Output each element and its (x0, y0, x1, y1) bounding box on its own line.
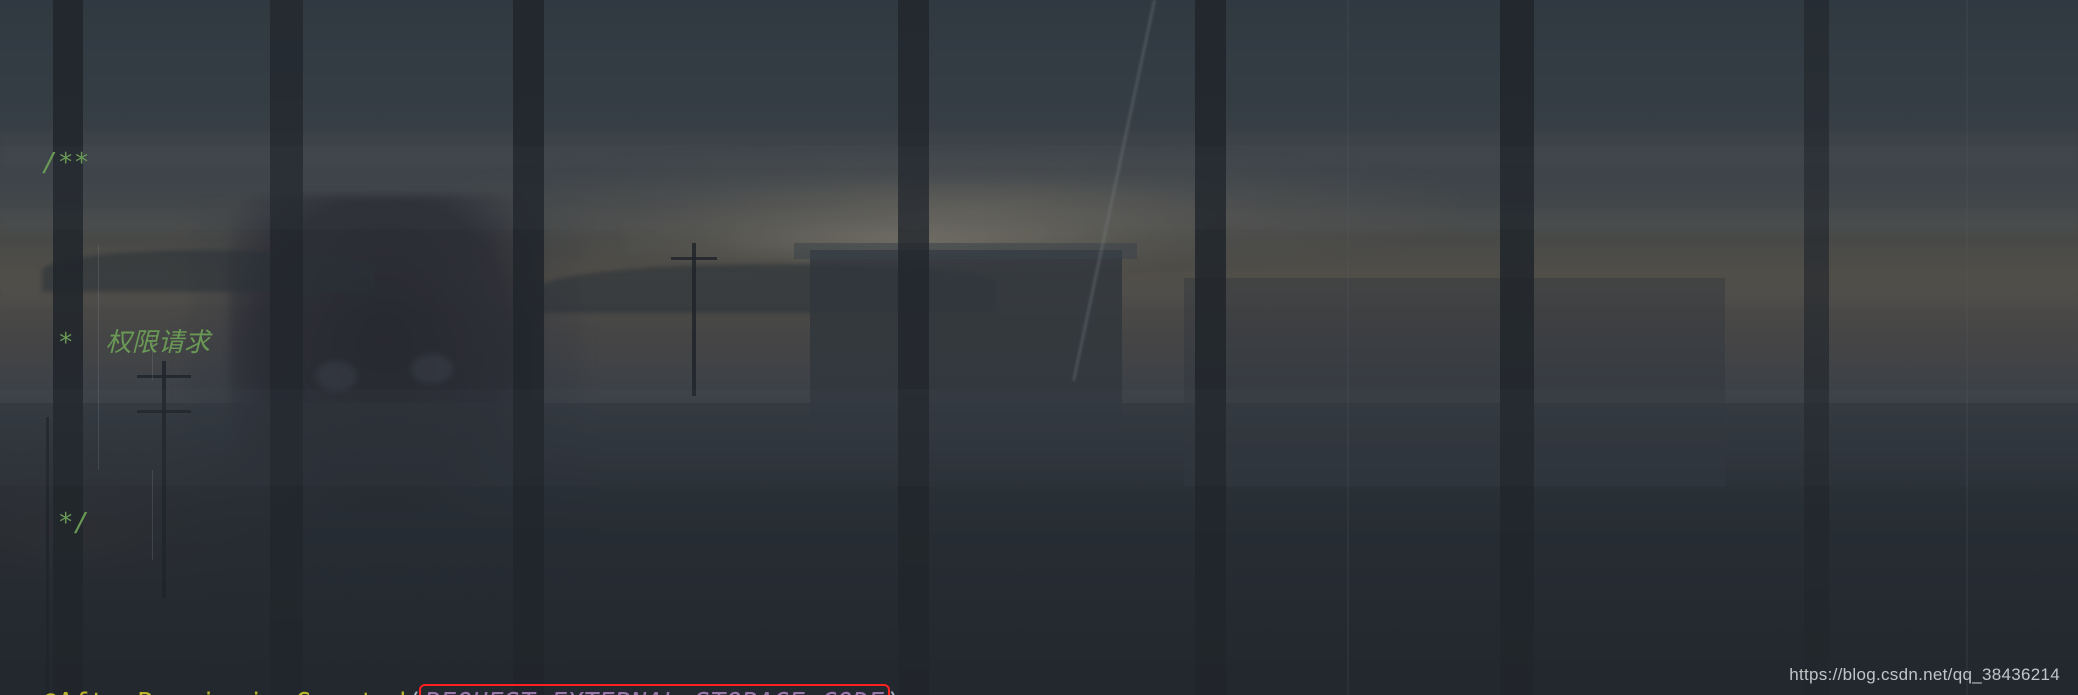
code-line-4[interactable]: @AfterPermissionGranted(REQUEST_EXTERNAL… (0, 681, 2078, 695)
paren-open: ( (407, 688, 423, 695)
block-comment-star: * (57, 328, 74, 358)
code-area[interactable]: /** * 权限请求 */ @AfterPermissionGranted(RE… (0, 0, 2078, 695)
annotation-after-permission-granted: @AfterPermissionGranted (42, 688, 407, 695)
block-comment-open: /** (42, 148, 90, 178)
block-comment-text: 权限请求 (105, 328, 211, 358)
block-comment-close: */ (57, 508, 90, 538)
code-line-3[interactable]: */ (0, 501, 2078, 546)
code-line-1[interactable]: /** (0, 141, 2078, 186)
highlighted-constant-1: REQUEST_EXTERNAL_STORAGE_CODE (418, 684, 891, 695)
paren-close: ) (886, 688, 902, 695)
watermark-url: https://blog.csdn.net/qq_38436214 (1789, 665, 2060, 684)
code-line-2[interactable]: * 权限请求 (0, 321, 2078, 366)
code-editor-screenshot: /** * 权限请求 */ @AfterPermissionGranted(RE… (0, 0, 2078, 695)
